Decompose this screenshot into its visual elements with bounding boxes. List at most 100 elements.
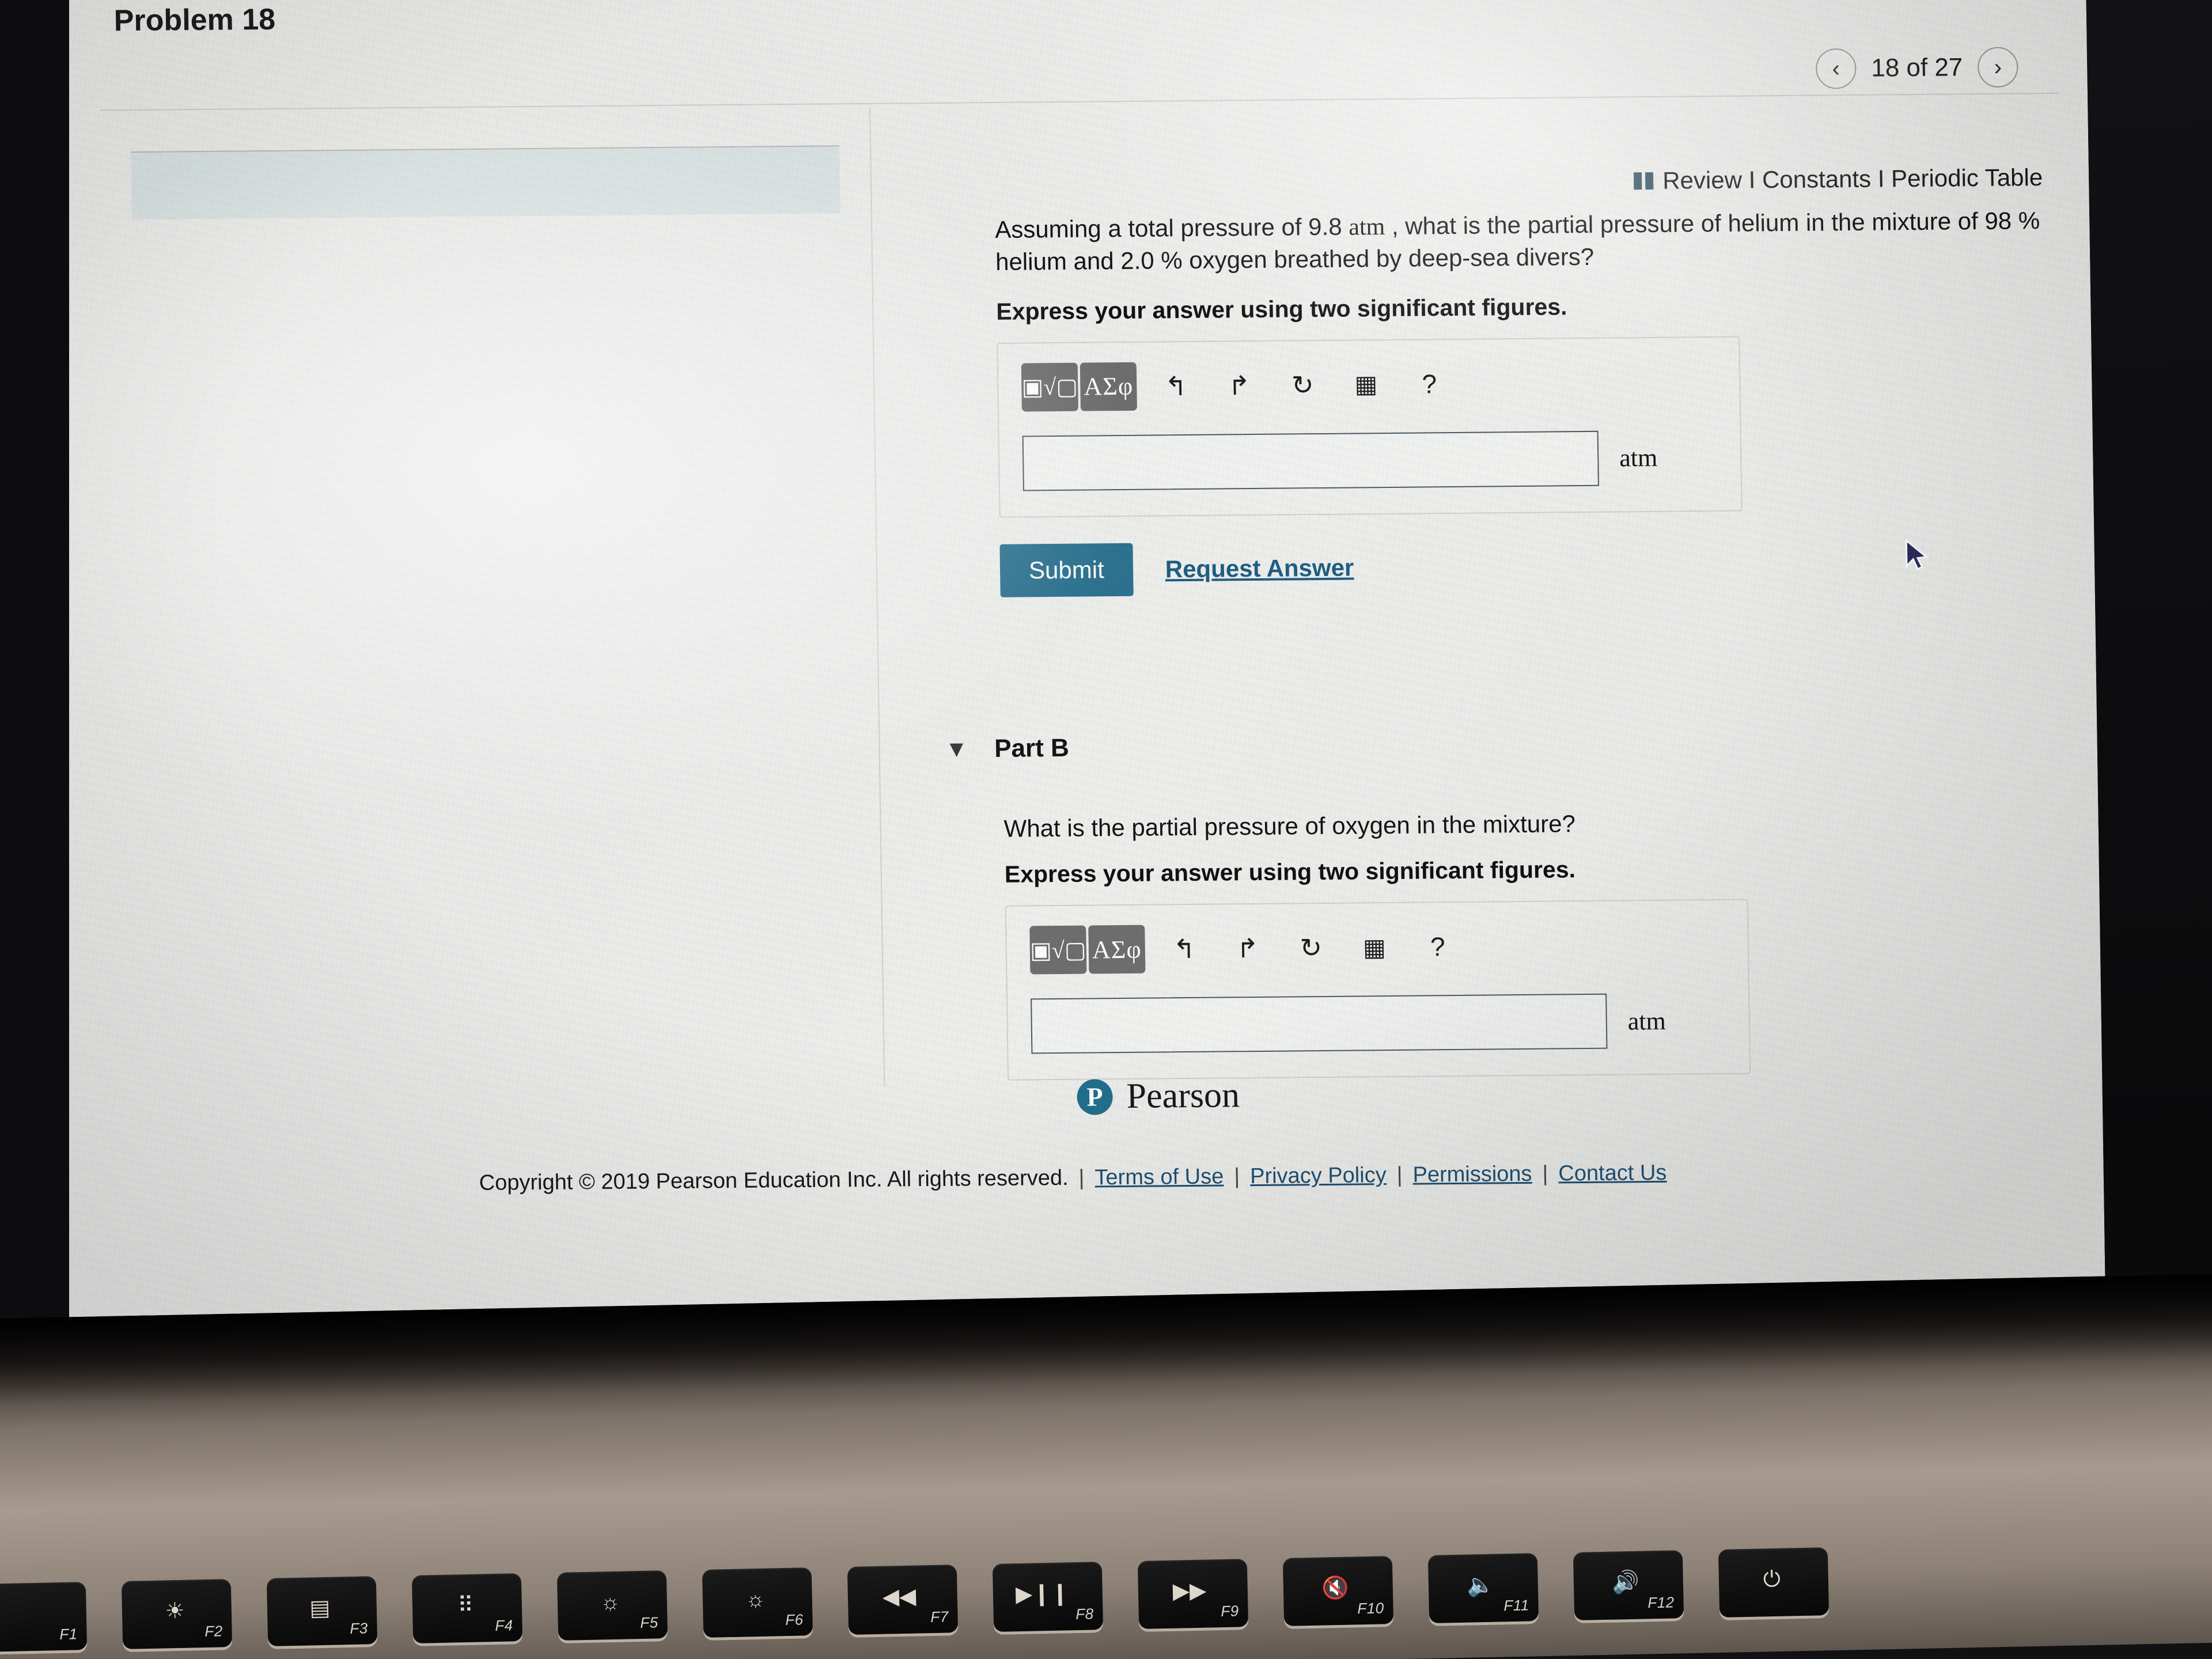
key-f12[interactable]: 🔊 F12 <box>1573 1550 1684 1620</box>
key-glyph-icon: ▶❙❙ <box>1015 1581 1070 1607</box>
part-b-label: Part B <box>994 733 1070 763</box>
key-fn-label: F3 <box>349 1619 368 1637</box>
part-b-header[interactable]: ▼ Part B <box>945 734 1069 764</box>
submit-button[interactable]: Submit <box>999 543 1134 597</box>
laptop-photo: ‹Chapter 08 Problem 18 ‹ 18 of 27 › <box>0 0 2212 1659</box>
redo-icon[interactable]: ↱ <box>1221 924 1274 973</box>
key-glyph-icon: ▶▶ <box>1172 1578 1207 1604</box>
pearson-mark-icon: P <box>1077 1078 1113 1115</box>
collapse-caret-icon[interactable]: ▼ <box>945 736 968 762</box>
part-a-unit-label: atm <box>1619 443 1658 472</box>
mouse-cursor-icon <box>1905 539 1929 571</box>
help-icon[interactable]: ? <box>1403 359 1456 408</box>
footer-separator: | <box>1078 1165 1085 1190</box>
pearson-wordmark: Pearson <box>1126 1075 1240 1116</box>
function-key-row: F1 ☀ F2 ▤ F3 ⠿ F4 ☼ F5 ☼ F6 ◀◀ F7 ▶❙❙ F8 ▶▶ F9 🔇 F10 🔈 F11 🔊 F… <box>0 1547 2212 1652</box>
key-f11[interactable]: 🔈 F11 <box>1427 1553 1539 1623</box>
redo-icon[interactable]: ↱ <box>1213 361 1266 410</box>
key-glyph-icon: ⏻ <box>1763 1567 1781 1592</box>
key-glyph-icon: 🔈 <box>1467 1573 1495 1598</box>
part-a-answer-input[interactable] <box>1022 430 1600 491</box>
permissions-link[interactable]: Permissions <box>1412 1162 1532 1188</box>
key-fn-label: F12 <box>1647 1593 1675 1612</box>
undo-icon[interactable]: ↰ <box>1157 925 1211 974</box>
part-b-answer-row: atm <box>1031 993 1726 1054</box>
privacy-policy-link[interactable]: Privacy Policy <box>1250 1163 1387 1189</box>
footer-separator: | <box>1396 1162 1403 1187</box>
resources-links[interactable]: Review I Constants I Periodic Table <box>994 164 2043 200</box>
part-a-math-toolbar: ▣√▢ ΑΣφ ↰ ↱ ↻ ▦ ? <box>1021 357 1717 412</box>
part-a-answer-row: atm <box>1022 430 1718 491</box>
part-b-answer-input[interactable] <box>1031 993 1608 1054</box>
key-glyph-icon: ☼ <box>600 1590 621 1615</box>
keyboard-icon[interactable]: ▦ <box>1347 923 1401 972</box>
key-fn-label: F9 <box>1220 1602 1239 1620</box>
left-panel-placeholder <box>131 145 840 220</box>
part-b-question: What is the partial pressure of oxygen i… <box>1003 810 1576 842</box>
key-f5[interactable]: ☼ F5 <box>556 1570 668 1641</box>
part-b-instruction: Express your answer using two significan… <box>1004 856 1576 888</box>
part-a-instruction: Express your answer using two significan… <box>996 293 1567 325</box>
key-f2[interactable]: ☀ F2 <box>121 1579 233 1649</box>
part-a-question: Assuming a total pressure of 9.8 atm , w… <box>995 205 2044 277</box>
key-glyph-icon: ☼ <box>745 1587 766 1612</box>
key-glyph-icon: 🔇 <box>1321 1575 1350 1601</box>
part-a-actions: Submit Request Answer <box>999 535 2048 597</box>
key-power[interactable]: ⏻ <box>1718 1547 1830 1618</box>
terms-of-use-link[interactable]: Terms of Use <box>1094 1165 1224 1191</box>
footer-copyright-bar: Copyright © 2019 Pearson Education Inc. … <box>479 1161 1666 1196</box>
key-f3[interactable]: ▤ F3 <box>266 1576 378 1646</box>
key-fn-label: F7 <box>930 1608 949 1626</box>
part-a-section: Review I Constants I Periodic Table Assu… <box>994 164 2049 597</box>
pager-count-label: 18 of 27 <box>1870 53 1963 82</box>
undo-icon[interactable]: ↰ <box>1149 361 1203 410</box>
key-fn-label: F6 <box>785 1611 804 1628</box>
key-f8[interactable]: ▶❙❙ F8 <box>992 1562 1104 1632</box>
key-f4[interactable]: ⠿ F4 <box>411 1573 523 1643</box>
browser-viewport: ‹Chapter 08 Problem 18 ‹ 18 of 27 › <box>0 0 2106 1325</box>
key-fn-label: F4 <box>494 1616 513 1634</box>
math-template-button[interactable]: ▣√▢ <box>1029 925 1087 975</box>
greek-letters-button[interactable]: ΑΣφ <box>1088 925 1146 974</box>
help-icon[interactable]: ? <box>1411 922 1464 971</box>
pearson-logo: P Pearson <box>1077 1075 1240 1117</box>
bezel-left-edge <box>0 0 69 1325</box>
reset-icon[interactable]: ↻ <box>1284 923 1338 972</box>
question-text-pre: Assuming a total pressure of 9.8 <box>994 213 1349 243</box>
math-template-button[interactable]: ▣√▢ <box>1021 362 1078 412</box>
request-answer-link[interactable]: Request Answer <box>1165 554 1354 583</box>
key-fn-label: F2 <box>204 1622 223 1640</box>
key-f6[interactable]: ☼ F6 <box>702 1567 813 1638</box>
part-b-answer-panel: ▣√▢ ΑΣφ ↰ ↱ ↻ ▦ ? atm <box>1005 899 1751 1081</box>
key-fn-label: F1 <box>59 1625 78 1643</box>
key-f7[interactable]: ◀◀ F7 <box>847 1565 959 1635</box>
column-divider <box>869 107 885 1087</box>
next-problem-button[interactable]: › <box>1977 47 2018 88</box>
contact-us-link[interactable]: Contact Us <box>1558 1161 1667 1187</box>
key-f9[interactable]: ▶▶ F9 <box>1137 1559 1249 1629</box>
key-fn-label: F5 <box>639 1613 658 1631</box>
key-glyph-icon: ▤ <box>309 1596 331 1621</box>
reset-icon[interactable]: ↻ <box>1276 360 1330 409</box>
keyboard-icon[interactable]: ▦ <box>1339 359 1393 408</box>
key-glyph-icon: ⠿ <box>457 1593 474 1618</box>
key-glyph-icon: 🔊 <box>1612 1570 1640 1595</box>
key-f1[interactable]: F1 <box>0 1582 88 1652</box>
key-fn-label: F10 <box>1357 1599 1384 1618</box>
part-b-unit-label: atm <box>1627 1006 1666 1035</box>
laptop-screen: ‹Chapter 08 Problem 18 ‹ 18 of 27 › <box>0 0 2106 1325</box>
resources-label[interactable]: Review I Constants I Periodic Table <box>1662 164 2043 195</box>
key-f10[interactable]: 🔇 F10 <box>1282 1556 1394 1626</box>
title-divider <box>100 92 2059 111</box>
mastering-chemistry-page: ‹Chapter 08 Problem 18 ‹ 18 of 27 › <box>0 0 2105 1279</box>
prev-problem-button[interactable]: ‹ <box>1815 48 1857 89</box>
problem-pager: ‹ 18 of 27 › <box>1815 47 2018 89</box>
part-b-section: What is the partial pressure of oxygen i… <box>1003 806 2056 1081</box>
book-icon <box>1634 172 1653 190</box>
key-glyph-icon: ◀◀ <box>882 1584 916 1609</box>
greek-letters-button[interactable]: ΑΣφ <box>1080 362 1137 411</box>
footer-separator: | <box>1234 1164 1240 1189</box>
part-b-math-toolbar: ▣√▢ ΑΣφ ↰ ↱ ↻ ▦ ? <box>1029 920 1725 975</box>
footer-separator: | <box>1542 1161 1548 1186</box>
key-fn-label: F11 <box>1503 1596 1529 1615</box>
